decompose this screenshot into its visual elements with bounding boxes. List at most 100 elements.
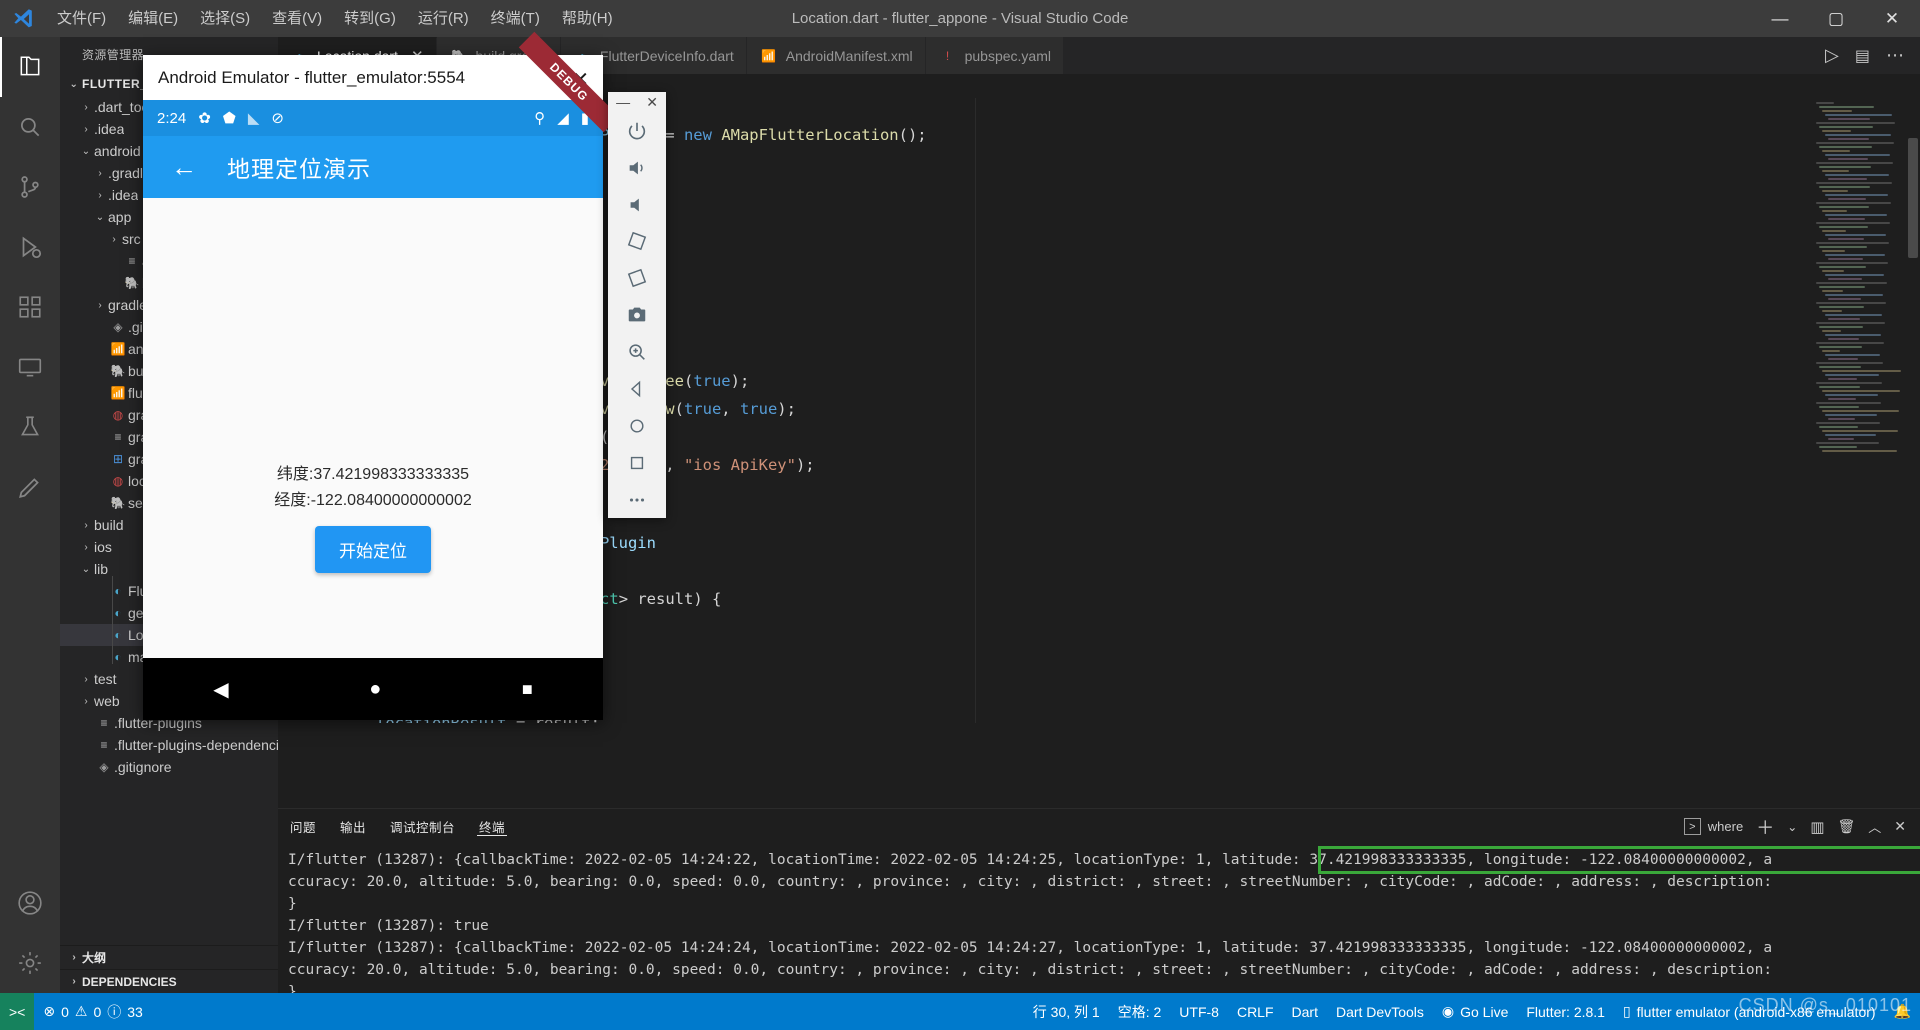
- accounts-icon[interactable]: [0, 873, 60, 933]
- sidebar-item-outline[interactable]: › 大纲: [60, 945, 278, 969]
- menu-edit[interactable]: 编辑(E): [117, 0, 189, 37]
- menu-terminal[interactable]: 终端(T): [480, 0, 551, 37]
- back-triangle-icon[interactable]: [608, 371, 666, 408]
- explorer-icon[interactable]: [0, 37, 60, 97]
- menu-help[interactable]: 帮助(H): [551, 0, 624, 37]
- close-panel-icon[interactable]: ✕: [1894, 818, 1906, 835]
- nav-recents-icon[interactable]: ■: [522, 679, 533, 700]
- menu-file[interactable]: 文件(F): [46, 0, 117, 37]
- menu-go[interactable]: 转到(G): [333, 0, 407, 37]
- extensions-icon[interactable]: [0, 277, 60, 337]
- split-terminal-icon[interactable]: ▥: [1810, 818, 1824, 836]
- minimap-line: [1822, 450, 1897, 452]
- minimap-line: [1828, 338, 1859, 340]
- power-icon[interactable]: [608, 112, 666, 149]
- minimap-line: [1825, 254, 1885, 256]
- file-type-icon: 📶: [108, 342, 128, 356]
- minimize-button[interactable]: —: [1752, 0, 1808, 37]
- start-location-button[interactable]: 开始定位: [315, 526, 431, 573]
- menu-view[interactable]: 查看(V): [261, 0, 333, 37]
- line-endings[interactable]: CRLF: [1228, 993, 1283, 1030]
- tab-androidmanifest-xml[interactable]: 📶 AndroidManifest.xml: [747, 37, 926, 74]
- language-mode[interactable]: Dart: [1283, 993, 1327, 1030]
- run-file-icon[interactable]: ▷: [1825, 45, 1839, 66]
- volume-down-icon[interactable]: [608, 186, 666, 223]
- minimap-line: [1819, 446, 1857, 448]
- emulator-toolbar-minimize-icon[interactable]: —: [616, 94, 630, 110]
- emulator-toolbar-close-icon[interactable]: ✕: [646, 94, 658, 111]
- split-editor-icon[interactable]: ▤: [1855, 46, 1870, 66]
- android-emulator-window[interactable]: Android Emulator - flutter_emulator:5554…: [143, 55, 603, 720]
- indentation[interactable]: 空格: 2: [1109, 993, 1171, 1030]
- minimap[interactable]: [1814, 98, 1906, 578]
- file-type-icon: ◍: [108, 408, 128, 422]
- remote-icon: ><: [9, 1004, 25, 1020]
- source-control-icon[interactable]: [0, 157, 60, 217]
- new-terminal-icon[interactable]: ＋: [1756, 814, 1774, 840]
- panel-tab-terminal[interactable]: 终端: [467, 817, 517, 836]
- tree-file-row[interactable]: ◈.gitignore: [60, 756, 278, 778]
- remote-indicator[interactable]: ><: [0, 993, 34, 1030]
- outline-label: 大纲: [82, 949, 106, 966]
- minimap-line: [1816, 322, 1885, 324]
- rotate-left-icon[interactable]: [608, 223, 666, 260]
- rotate-right-icon[interactable]: [608, 260, 666, 297]
- tree-item-label: build: [94, 517, 124, 533]
- tab-pubspec-yaml[interactable]: ! pubspec.yaml: [926, 37, 1064, 74]
- panel-tab-debug-console[interactable]: 调试控制台: [378, 817, 467, 836]
- minimap-line: [1816, 242, 1889, 244]
- cursor-position[interactable]: 行 30, 列 1: [1024, 993, 1109, 1030]
- sidebar-item-dependencies[interactable]: › DEPENDENCIES: [60, 969, 278, 993]
- dart-devtools-button[interactable]: Dart DevTools: [1327, 993, 1433, 1030]
- more-actions-icon[interactable]: ⋯: [1886, 45, 1904, 66]
- zoom-icon[interactable]: [608, 334, 666, 371]
- back-arrow-icon[interactable]: ←: [171, 152, 197, 183]
- file-type-icon: ◈: [108, 320, 128, 334]
- chevron-down-icon[interactable]: ⌄: [1787, 820, 1797, 834]
- flutter-pen-icon[interactable]: [0, 457, 60, 517]
- scroll-thumb[interactable]: [1908, 138, 1918, 258]
- tree-file-row[interactable]: ≡.flutter-plugins-dependencies: [60, 734, 278, 756]
- status-time: 2:24: [157, 110, 186, 127]
- maximize-button[interactable]: ▢: [1808, 0, 1864, 37]
- minimap-line: [1822, 350, 1840, 352]
- flutter-version[interactable]: Flutter: 2.8.1: [1517, 993, 1614, 1030]
- problems-indicator[interactable]: ⊗ 0 ⚠ 0 ⓘ 33: [34, 993, 151, 1030]
- nav-home-icon[interactable]: ●: [369, 678, 381, 701]
- nav-back-icon[interactable]: ◀: [213, 677, 228, 702]
- terminal-shell-selector[interactable]: > where: [1684, 818, 1743, 835]
- minimap-line: [1825, 434, 1876, 436]
- settings-gear-icon[interactable]: [0, 933, 60, 993]
- minimap-line: [1822, 310, 1842, 312]
- remote-explorer-icon[interactable]: [0, 337, 60, 397]
- chevron-right-icon: ›: [92, 168, 108, 179]
- home-circle-icon[interactable]: [608, 407, 666, 444]
- kill-terminal-icon[interactable]: 🗑: [1837, 818, 1855, 835]
- app-bar: ← 地理定位演示: [143, 136, 603, 198]
- editor-split-divider[interactable]: [975, 98, 976, 723]
- overview-square-icon[interactable]: [608, 444, 666, 481]
- maximize-panel-icon[interactable]: ︿: [1868, 817, 1881, 836]
- encoding[interactable]: UTF-8: [1170, 993, 1228, 1030]
- search-icon[interactable]: [0, 97, 60, 157]
- more-icon[interactable]: [608, 481, 666, 518]
- broadcast-icon: ◉: [1442, 1003, 1454, 1020]
- menu-selection[interactable]: 选择(S): [189, 0, 261, 37]
- close-window-button[interactable]: ✕: [1864, 0, 1920, 37]
- editor-scrollbar[interactable]: [1906, 98, 1920, 723]
- minimap-line: [1822, 370, 1901, 372]
- panel-tab-output[interactable]: 输出: [328, 817, 378, 836]
- panel-tab-problems[interactable]: 问题: [278, 817, 328, 836]
- run-debug-icon[interactable]: [0, 217, 60, 277]
- minimap-line: [1825, 154, 1890, 156]
- screenshot-camera-icon[interactable]: [608, 297, 666, 334]
- minimap-line: [1819, 186, 1870, 188]
- activity-bar: [0, 37, 60, 993]
- chevron-right-icon: ›: [78, 520, 94, 531]
- minimap-line: [1828, 198, 1866, 200]
- menu-run[interactable]: 运行(R): [407, 0, 480, 37]
- terminal-output[interactable]: I/flutter (13287): {callbackTime: 2022-0…: [278, 844, 1920, 993]
- volume-up-icon[interactable]: [608, 149, 666, 186]
- go-live-button[interactable]: ◉ Go Live: [1433, 993, 1517, 1030]
- testing-icon[interactable]: [0, 397, 60, 457]
